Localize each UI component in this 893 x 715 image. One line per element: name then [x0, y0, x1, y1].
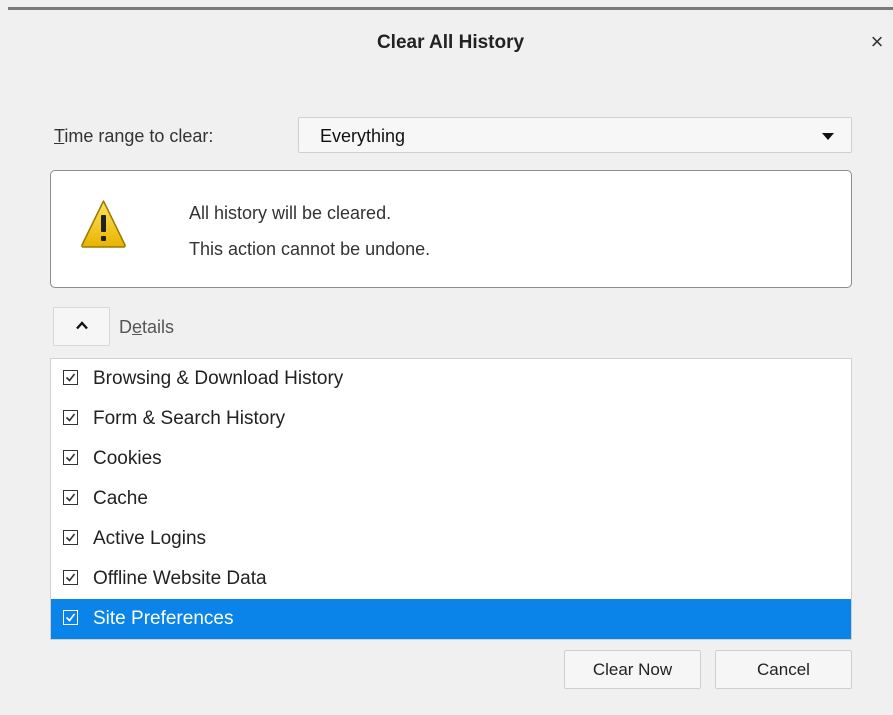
list-item-label: Form & Search History	[93, 408, 286, 429]
warning-triangle-icon	[81, 200, 126, 248]
details-label: Details	[119, 317, 174, 338]
close-icon[interactable]: ×	[863, 28, 891, 56]
checkbox[interactable]	[63, 450, 78, 465]
chevron-up-icon	[76, 321, 88, 330]
time-range-label-access-key: T	[54, 126, 65, 146]
checkmark-icon	[65, 613, 76, 622]
list-item-browsing-download-history[interactable]: Browsing & Download History	[51, 359, 851, 399]
clear-history-dialog: Clear All History × Time range to clear:…	[0, 0, 893, 715]
dialog-title: Clear All History	[376, 32, 525, 53]
list-item-label: Active Logins	[93, 528, 207, 549]
checkmark-icon	[65, 373, 76, 382]
time-range-select[interactable]: Everything	[298, 117, 852, 153]
checkmark-icon	[65, 493, 76, 502]
details-label-access-key: e	[132, 317, 143, 337]
warning-box: All history will be cleared. This action…	[50, 170, 852, 288]
list-item-label: Site Preferences	[93, 608, 234, 629]
dropdown-arrow-icon	[822, 133, 834, 140]
list-item-active-logins[interactable]: Active Logins	[51, 519, 851, 559]
list-item-offline-website-data[interactable]: Offline Website Data	[51, 559, 851, 599]
list-item-label: Browsing & Download History	[93, 368, 344, 389]
checkmark-icon	[65, 573, 76, 582]
details-label-end: tails	[142, 317, 175, 337]
warning-text-line-1: All history will be cleared.	[189, 203, 392, 223]
history-items-list: Browsing & Download History Form & Searc…	[50, 358, 852, 640]
details-label-start: D	[119, 317, 132, 337]
checkbox[interactable]	[63, 410, 78, 425]
list-item-cookies[interactable]: Cookies	[51, 439, 851, 479]
list-item-site-preferences[interactable]: Site Preferences	[51, 599, 851, 639]
checkbox[interactable]	[63, 530, 78, 545]
checkmark-icon	[65, 453, 76, 462]
list-item-label: Cookies	[93, 448, 162, 469]
checkbox[interactable]	[63, 610, 78, 625]
checkmark-icon	[65, 413, 76, 422]
checkbox[interactable]	[63, 490, 78, 505]
checkbox[interactable]	[63, 570, 78, 585]
list-item-label: Offline Website Data	[93, 568, 267, 589]
time-range-selected-value: Everything	[320, 126, 406, 146]
warning-text-line-2: This action cannot be undone.	[189, 239, 431, 259]
time-range-label-text: ime range to clear:	[64, 126, 214, 146]
list-item-label: Cache	[93, 488, 148, 509]
checkbox[interactable]	[63, 370, 78, 385]
details-toggle-button[interactable]	[53, 307, 110, 346]
clear-now-button[interactable]: Clear Now	[564, 650, 701, 689]
time-range-label: Time range to clear:	[54, 126, 213, 147]
checkmark-icon	[65, 533, 76, 542]
list-item-form-search-history[interactable]: Form & Search History	[51, 399, 851, 439]
list-item-cache[interactable]: Cache	[51, 479, 851, 519]
cancel-button[interactable]: Cancel	[715, 650, 852, 689]
title-bar: Clear All History ×	[8, 10, 893, 72]
